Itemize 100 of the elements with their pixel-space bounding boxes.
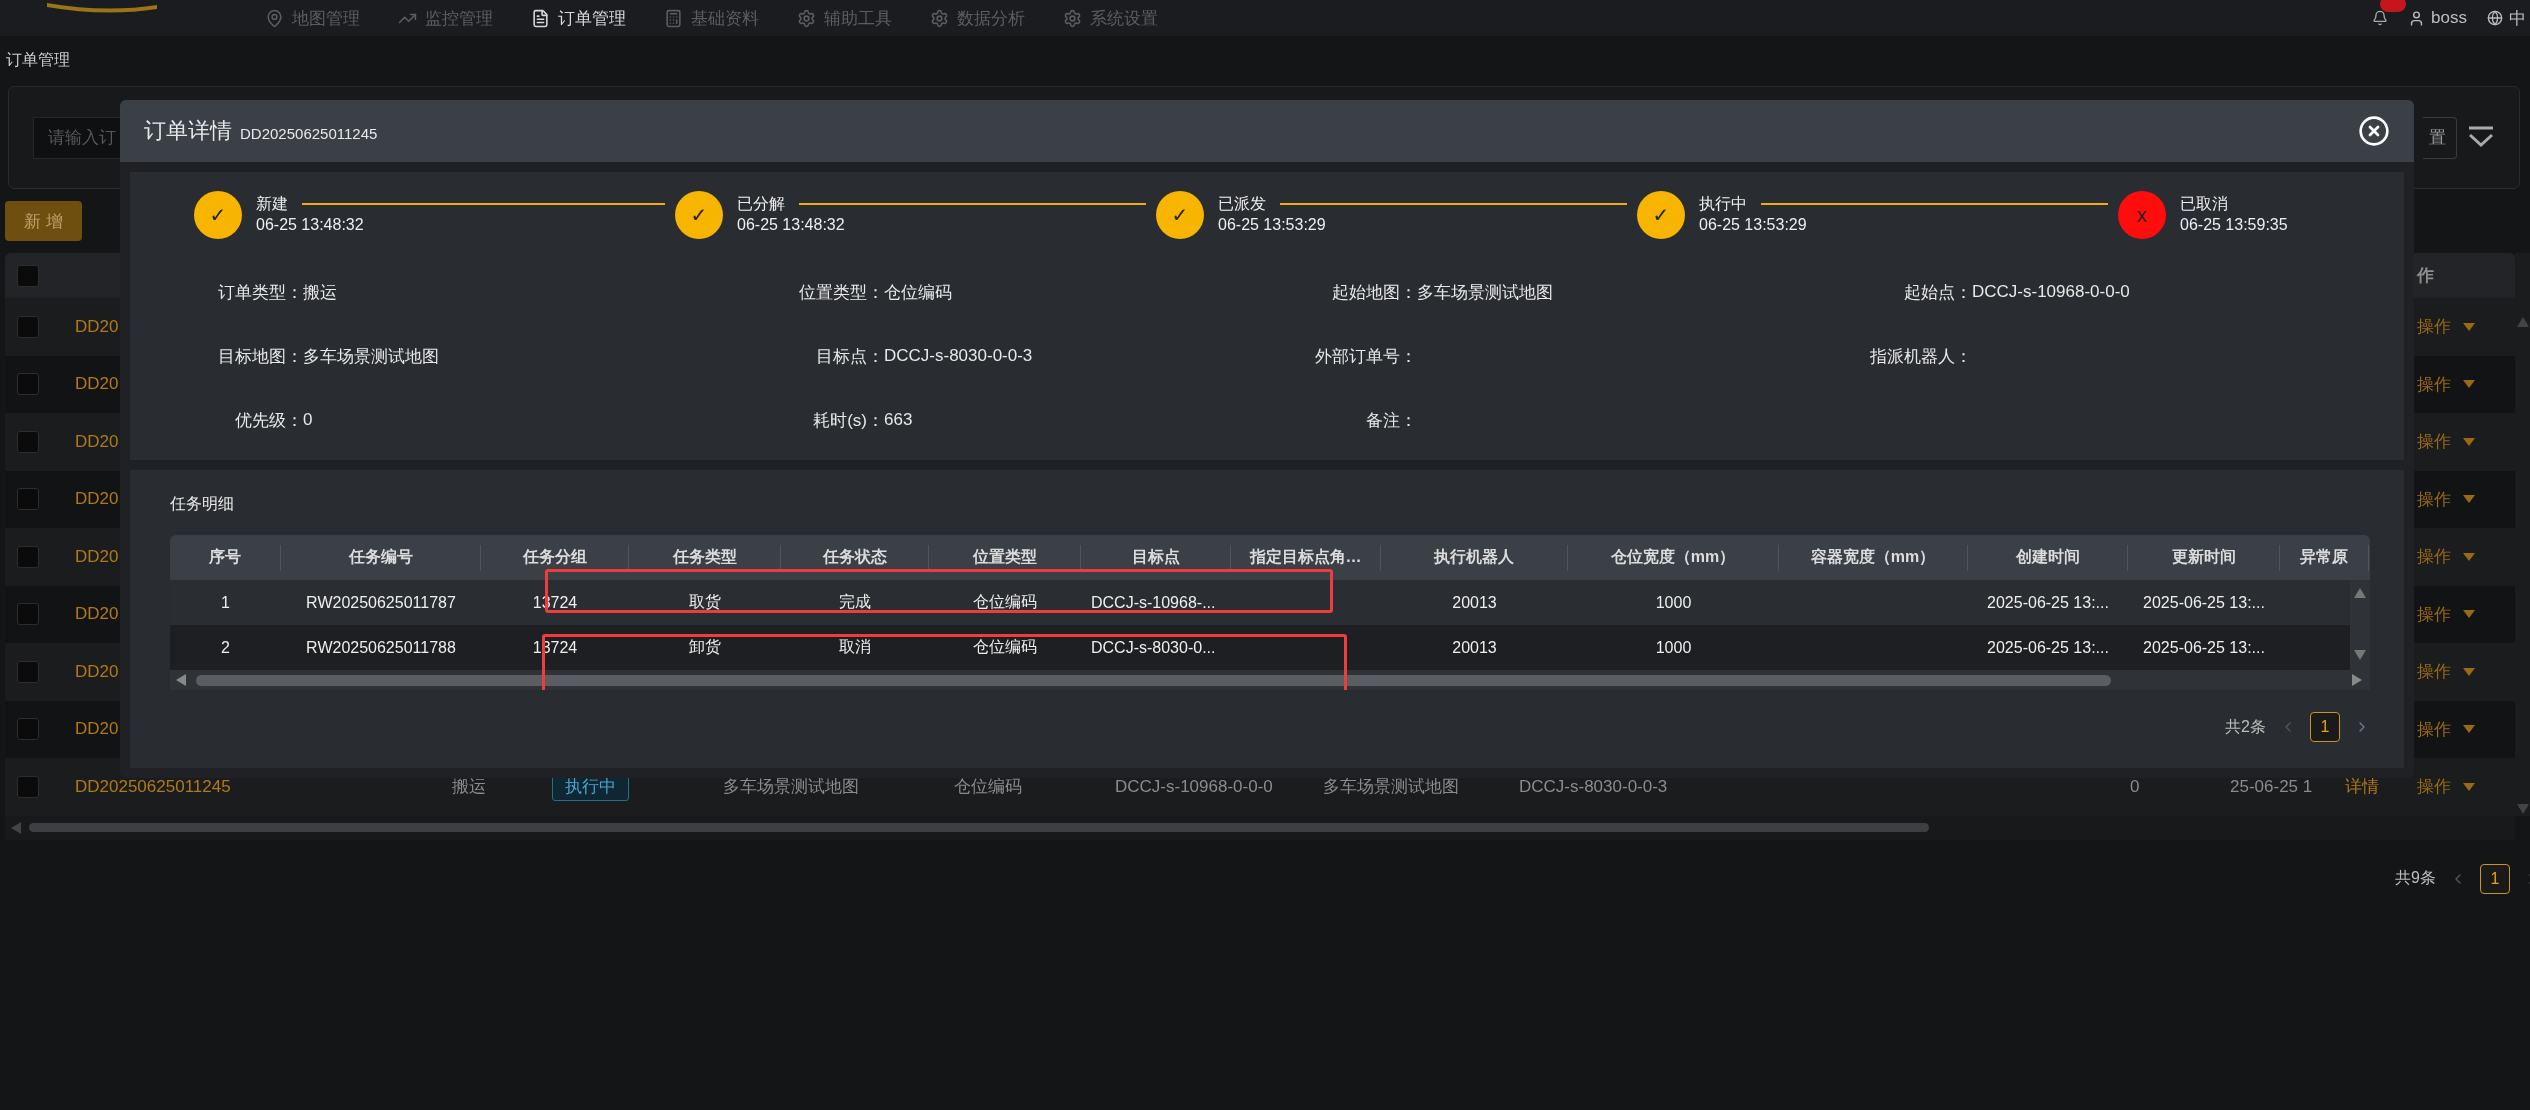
column-header: 任务状态 xyxy=(781,544,929,571)
dialog-title: 订单详情 xyxy=(144,117,232,145)
scroll-left-icon[interactable] xyxy=(176,674,188,686)
checkbox[interactable] xyxy=(17,264,39,287)
scroll-left-icon[interactable] xyxy=(11,821,23,834)
column-header: 创建时间 xyxy=(1968,544,2128,571)
table-cell-text: DCCJ-s-8030-0... xyxy=(1090,637,1217,658)
scroll-up-icon[interactable] xyxy=(2354,588,2366,600)
action-menu[interactable]: 操作 xyxy=(2417,545,2515,569)
reset-button[interactable]: 置 xyxy=(2423,116,2457,159)
field-label: 优先级： xyxy=(234,409,303,432)
table-cell-text: 20013 xyxy=(1451,637,1498,658)
table-cell-text: 仓位编码 xyxy=(972,592,1038,612)
table-cell-text: 0 xyxy=(2130,776,2141,797)
checkbox[interactable] xyxy=(17,488,39,511)
field-label: 起始点： xyxy=(1903,281,1972,304)
caret-icon xyxy=(2463,380,2475,389)
table-cell-text: 2025-06-25 13:... xyxy=(1986,592,2110,613)
column-header: 任务编号 xyxy=(281,544,481,571)
nav-item[interactable]: 辅助工具 xyxy=(797,6,892,30)
action-menu[interactable]: 操作 xyxy=(2417,372,2515,396)
field-label: 备注： xyxy=(1365,409,1417,432)
table-cell-text: RW20250625011787 xyxy=(305,592,457,613)
detail-link[interactable]: 详情 xyxy=(2345,775,2417,799)
step-label: 已取消 xyxy=(2180,193,2228,214)
caret-icon xyxy=(2463,437,2475,446)
field-value: 仓位编码 xyxy=(884,281,952,304)
nav-item[interactable]: 监控管理 xyxy=(398,6,493,30)
table-cell-text: 多车场景测试地图 xyxy=(723,776,860,799)
step-time: 06-25 13:53:29 xyxy=(1218,216,1326,234)
action-menu[interactable]: 操作 xyxy=(2417,487,2515,511)
scrollbar-thumb[interactable] xyxy=(29,823,1929,832)
field-value: 多车场景测试地图 xyxy=(303,345,439,368)
page-button[interactable]: 1 xyxy=(2480,863,2510,894)
field-value: 多车场景测试地图 xyxy=(1417,281,1553,304)
action-menu[interactable]: 操作 xyxy=(2417,315,2515,339)
table-cell-text: RW20250625011788 xyxy=(305,637,457,658)
checkbox[interactable] xyxy=(17,775,39,798)
step-time: 06-25 13:59:35 xyxy=(2180,216,2288,234)
nav-item[interactable]: 数据分析 xyxy=(930,6,1025,30)
scrollbar-thumb[interactable] xyxy=(196,674,2111,686)
checkbox[interactable] xyxy=(17,718,39,741)
close-button[interactable] xyxy=(2358,115,2390,147)
table-cell-text: 完成 xyxy=(838,592,872,612)
nav-item[interactable]: 地图管理 xyxy=(265,6,360,30)
nav-item[interactable]: 系统设置 xyxy=(1063,6,1158,30)
column-header: 作 xyxy=(2417,265,2435,287)
field-value: DCCJ-s-10968-0-0-0 xyxy=(1972,282,2130,302)
user-name[interactable]: boss xyxy=(2431,8,2467,28)
scroll-down-icon[interactable] xyxy=(2516,803,2529,816)
step-indicator: x xyxy=(2118,191,2166,239)
language-label: 中 xyxy=(2509,7,2526,30)
new-button[interactable]: 新 增 xyxy=(5,201,82,241)
table-cell-text: 2025-06-25 13:... xyxy=(1986,637,2110,658)
column-header: 序号 xyxy=(170,544,281,571)
step-time: 06-25 13:48:32 xyxy=(737,216,845,234)
checkbox[interactable] xyxy=(17,430,39,453)
nav-item[interactable]: 订单管理 xyxy=(531,6,626,30)
table-cell-text: DCCJ-s-10968-... xyxy=(1090,592,1217,613)
column-header: 位置类型 xyxy=(929,544,1081,571)
gear-icon xyxy=(1063,8,1082,28)
table-cell-text: 1 xyxy=(220,592,231,613)
action-menu[interactable]: 操作 xyxy=(2417,717,2515,741)
step-time: 06-25 13:53:29 xyxy=(1699,216,1807,234)
caret-icon xyxy=(2463,782,2475,791)
bell-icon[interactable] xyxy=(2372,10,2389,26)
caret-icon xyxy=(2463,552,2475,561)
gear-icon xyxy=(930,8,949,28)
action-menu[interactable]: 操作 xyxy=(2417,660,2515,684)
checkbox[interactable] xyxy=(17,315,39,338)
step-label: 已分解 xyxy=(737,193,785,214)
checkbox[interactable] xyxy=(17,545,39,568)
logo-icon xyxy=(45,1,160,15)
total-count: 共9条 xyxy=(2395,868,2436,888)
order-number-link[interactable]: DD20250625011245 xyxy=(75,776,452,797)
step-indicator: ✓ xyxy=(1156,191,1204,239)
scroll-up-icon[interactable] xyxy=(2516,317,2529,329)
map-pin-icon xyxy=(265,8,284,28)
checkbox[interactable] xyxy=(17,603,39,626)
page-button[interactable]: 1 xyxy=(2310,712,2340,742)
checkbox[interactable] xyxy=(17,660,39,683)
field-label: 目标地图： xyxy=(217,345,303,368)
column-header: 指定目标点角… xyxy=(1231,544,1381,571)
table-cell-text: 取货 xyxy=(688,592,722,612)
checkbox[interactable] xyxy=(17,373,39,396)
action-menu[interactable]: 操作 xyxy=(2417,430,2515,454)
action-menu[interactable]: 操作 xyxy=(2417,602,2515,626)
calculator-icon xyxy=(664,8,683,28)
column-header: 仓位宽度（mm） xyxy=(1568,544,1779,571)
caret-icon xyxy=(2463,667,2475,676)
field-label: 耗时(s)： xyxy=(812,409,884,432)
scroll-down-icon[interactable] xyxy=(2354,650,2366,662)
globe-icon xyxy=(2487,10,2503,26)
scroll-right-icon[interactable] xyxy=(2352,674,2364,686)
field-value: 搬运 xyxy=(303,281,337,304)
nav-item[interactable]: 基础资料 xyxy=(664,6,759,30)
section-title: 任务明细 xyxy=(170,493,235,514)
breadcrumb: 订单管理 xyxy=(5,49,71,70)
action-menu[interactable]: 操作 xyxy=(2417,775,2515,799)
order-number: DD20250625011245 xyxy=(240,125,378,142)
